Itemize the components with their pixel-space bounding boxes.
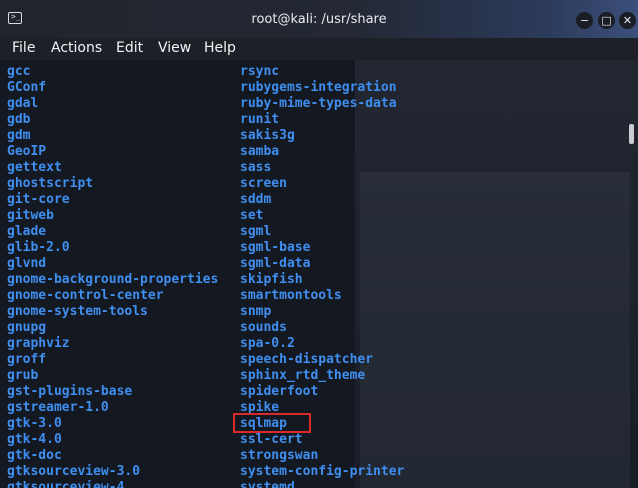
menu-actions[interactable]: Actions: [51, 40, 102, 56]
directory-entry: rsync: [240, 64, 280, 79]
menu-help[interactable]: Help: [204, 40, 236, 56]
directory-entry: screen: [240, 176, 287, 191]
directory-entry: strongswan: [240, 448, 319, 463]
directory-entry: smartmontools: [240, 288, 342, 303]
directory-entry: gtk-doc: [7, 448, 62, 463]
directory-entry: groff: [7, 352, 47, 367]
directory-entry: sgml-base: [240, 240, 311, 255]
directory-entry: gtksourceview-4: [7, 480, 125, 488]
directory-entry: glade: [7, 224, 47, 239]
directory-entry: sddm: [240, 192, 272, 207]
directory-entry: gdb: [7, 112, 31, 127]
terminal-output[interactable]: gcc GConf gdal gdb gdm GeoIP gettext ghostscrip…: [0, 60, 638, 488]
directory-entry: ghostscript: [7, 176, 94, 191]
directory-entry: rubygems-integration: [240, 80, 397, 95]
directory-entry: gtk-3.0: [7, 416, 62, 431]
sqlmap-highlight-box: [233, 413, 311, 433]
title-bar[interactable]: >_ root@kali: /usr/share − □ ✕: [0, 0, 638, 38]
directory-entry: system-config-printer: [240, 464, 405, 479]
directory-entry: speech-dispatcher: [240, 352, 374, 367]
listing-column-left: gcc GConf gdal gdb gdm GeoIP gettext ghostscrip…: [7, 64, 218, 488]
directory-entry: ssl-cert: [240, 432, 303, 447]
menu-view[interactable]: View: [158, 40, 191, 56]
directory-entry: sphinx_rtd_theme: [240, 368, 366, 383]
directory-entry: gdal: [7, 96, 39, 111]
directory-entry: gnome-system-tools: [7, 304, 148, 319]
directory-entry: snmp: [240, 304, 272, 319]
directory-entry: gnome-background-properties: [7, 272, 219, 287]
directory-entry: graphviz: [7, 336, 70, 351]
directory-entry: git-core: [7, 192, 70, 207]
directory-entry: gnupg: [7, 320, 47, 335]
directory-entry: GConf: [7, 80, 47, 95]
directory-entry: gcc: [7, 64, 31, 79]
menu-bar: File Actions Edit View Help: [0, 38, 638, 60]
menu-file[interactable]: File: [12, 40, 35, 56]
directory-entry: set: [240, 208, 264, 223]
directory-entry: gstreamer-1.0: [7, 400, 109, 415]
window-title: root@kali: /usr/share: [251, 12, 387, 27]
directory-entry: grub: [7, 368, 39, 383]
directory-entry: gst-plugins-base: [7, 384, 133, 399]
menu-edit[interactable]: Edit: [116, 40, 143, 56]
directory-entry: glib-2.0: [7, 240, 70, 255]
directory-entry: gtk-4.0: [7, 432, 62, 447]
directory-entry: sounds: [240, 320, 287, 335]
directory-entry: gtksourceview-3.0: [7, 464, 141, 479]
directory-entry: glvnd: [7, 256, 47, 271]
minimize-button[interactable]: −: [576, 12, 593, 29]
directory-entry: sakis3g: [240, 128, 295, 143]
scrollbar-thumb[interactable]: [629, 124, 634, 144]
directory-entry: sgml-data: [240, 256, 311, 271]
directory-entry: gitweb: [7, 208, 54, 223]
directory-entry: sass: [240, 160, 272, 175]
terminal-window: >_ root@kali: /usr/share − □ ✕ File Acti…: [0, 0, 638, 488]
directory-entry: systemd: [240, 480, 295, 488]
directory-entry: gettext: [7, 160, 62, 175]
directory-entry: skipfish: [240, 272, 303, 287]
directory-entry: ruby-mime-types-data: [240, 96, 397, 111]
directory-entry: gnome-control-center: [7, 288, 164, 303]
maximize-button[interactable]: □: [598, 12, 615, 29]
directory-entry: gdm: [7, 128, 31, 143]
directory-entry: runit: [240, 112, 280, 127]
directory-entry: samba: [240, 144, 280, 159]
directory-entry: spa-0.2: [240, 336, 295, 351]
close-button[interactable]: ✕: [619, 12, 636, 29]
directory-entry: sgml: [240, 224, 272, 239]
directory-entry: GeoIP: [7, 144, 47, 159]
directory-entry: spiderfoot: [240, 384, 319, 399]
